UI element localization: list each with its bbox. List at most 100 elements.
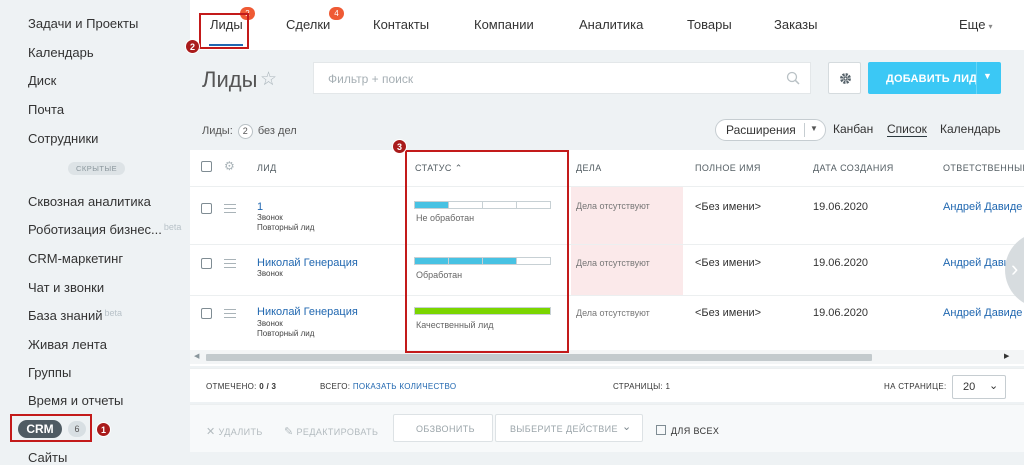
date-cell: 19.06.2020 — [813, 201, 869, 213]
responsible-link[interactable]: Андрей Давиде — [943, 307, 1022, 319]
sidebar-item-label: База знаний — [28, 308, 103, 323]
left-sidebar: Задачи и Проекты Календарь Диск Почта Со… — [0, 0, 181, 465]
sidebar-item-analytics[interactable]: Сквозная аналитика — [28, 194, 151, 209]
column-header-deals[interactable]: ДЕЛА — [576, 163, 602, 173]
scroll-left-icon[interactable]: ◀ — [194, 352, 199, 360]
total-label: ВСЕГО: — [320, 382, 351, 391]
search-input[interactable]: Фильтр + поиск — [313, 62, 811, 94]
column-header-full-name[interactable]: ПОЛНОЕ ИМЯ — [695, 163, 761, 173]
column-header-date[interactable]: ДАТА СОЗДАНИЯ — [813, 163, 894, 173]
crm-top-nav: Лиды 2 2 Сделки 4 Контакты Компании Анал… — [185, 0, 1024, 54]
select-all-checkbox[interactable] — [201, 161, 212, 172]
group-actions-panel: ✕ УДАЛИТЬ ✎ РЕДАКТИРОВАТЬ ОБЗВОНИТЬ ВЫБЕ… — [190, 404, 1024, 452]
lead-title-link[interactable]: 1 — [257, 201, 263, 213]
sidebar-item-mail[interactable]: Почта — [28, 102, 64, 117]
lead-source: Звонок — [257, 319, 283, 328]
responsible-link[interactable]: Андрей Давиде — [943, 201, 1022, 213]
row-checkbox[interactable] — [201, 308, 212, 319]
row-checkbox[interactable] — [201, 258, 212, 269]
leads-grid: ⚙ ЛИД СТАТУС ⌃ ДЕЛА ПОЛНОЕ ИМЯ ДАТА СОЗД… — [190, 150, 1024, 366]
sidebar-item-knowledge-base[interactable]: База знаний beta — [28, 308, 122, 323]
lead-counter: Лиды: 2 без дел — [202, 124, 297, 139]
row-checkbox[interactable] — [201, 203, 212, 214]
deals-cell — [571, 245, 683, 295]
search-placeholder: Фильтр + поиск — [328, 72, 414, 86]
sidebar-item-groups[interactable]: Группы — [28, 365, 71, 380]
for-all-checkbox[interactable]: ДЛЯ ВСЕХ — [656, 425, 719, 436]
choose-action-select[interactable]: ВЫБЕРИТЕ ДЕЙСТВИЕ ⌄ — [495, 414, 643, 442]
edit-action[interactable]: ✎ РЕДАКТИРОВАТЬ — [284, 425, 378, 438]
chevron-down-icon[interactable]: ▼ — [810, 124, 818, 133]
scrollbar-thumb[interactable] — [206, 354, 872, 361]
full-name-cell: <Без имени> — [695, 201, 762, 213]
show-count-link[interactable]: ПОКАЗАТЬ КОЛИЧЕСТВО — [353, 382, 457, 391]
chevron-down-icon: ⌄ — [989, 380, 999, 392]
delete-label: УДАЛИТЬ — [218, 427, 263, 437]
main-area: Лиды 2 2 Сделки 4 Контакты Компании Анал… — [185, 0, 1024, 463]
row-menu-icon[interactable] — [224, 259, 236, 268]
hidden-items-divider[interactable]: СКРЫТЫЕ — [68, 162, 126, 175]
counter-prefix: Лиды: — [202, 125, 233, 137]
chevron-down-icon: ⌄ — [622, 421, 632, 433]
tab-more[interactable]: Еще ▾ — [959, 17, 992, 32]
gear-icon[interactable]: ⚙ — [224, 159, 235, 173]
tab-analytics[interactable]: Аналитика — [579, 17, 643, 32]
view-calendar[interactable]: Календарь — [940, 122, 1001, 136]
lead-title-link[interactable]: Николай Генерация — [257, 306, 358, 318]
crm-counter-badge: 6 — [68, 421, 86, 437]
step-marker-1: 1 — [96, 422, 111, 437]
marked-value: 0 / 3 — [259, 382, 277, 391]
sidebar-item-disk[interactable]: Диск — [28, 73, 56, 88]
for-all-label: ДЛЯ ВСЕХ — [670, 426, 720, 436]
scroll-right-icon[interactable]: ▶ — [1004, 352, 1009, 360]
leads-tab-highlight-frame — [199, 13, 249, 49]
full-name-cell: <Без имени> — [695, 257, 762, 269]
sidebar-item-crm[interactable]: CRM — [18, 420, 62, 438]
settings-button[interactable] — [828, 62, 861, 94]
sidebar-item-crm-marketing[interactable]: CRM-маркетинг — [28, 251, 123, 266]
call-label: ОБЗВОНИТЬ — [416, 424, 475, 434]
deals-text: Дела отсутствуют — [576, 201, 650, 211]
row-menu-icon[interactable] — [224, 309, 236, 318]
star-icon[interactable]: ☆ — [260, 68, 277, 91]
counter-value[interactable]: 2 — [237, 124, 253, 139]
add-lead-button[interactable]: ДОБАВИТЬ ЛИД ▼ — [868, 62, 1001, 94]
search-icon[interactable] — [786, 71, 800, 85]
pages-value[interactable]: 1 — [666, 382, 671, 391]
view-list[interactable]: Список — [887, 122, 927, 137]
chevron-down-icon[interactable]: ▼ — [983, 71, 992, 81]
tab-contacts[interactable]: Контакты — [373, 17, 429, 32]
per-page-select[interactable]: 20 ⌄ — [952, 375, 1006, 399]
deals-text: Дела отсутствуют — [576, 258, 650, 268]
tab-products[interactable]: Товары — [687, 17, 732, 32]
row-menu-icon[interactable] — [224, 204, 236, 213]
edit-label: РЕДАКТИРОВАТЬ — [296, 427, 379, 437]
lead-title-link[interactable]: Николай Генерация — [257, 257, 358, 269]
add-lead-label: ДОБАВИТЬ ЛИД — [886, 73, 978, 85]
deals-cell — [571, 187, 683, 244]
deals-text: Дела отсутствуют — [576, 308, 650, 318]
sidebar-item-chat[interactable]: Чат и звонки — [28, 280, 104, 295]
sidebar-item-time-reports[interactable]: Время и отчеты — [28, 393, 123, 408]
tab-more-label: Еще — [959, 17, 986, 32]
sidebar-item-live-feed[interactable]: Живая лента — [28, 337, 107, 352]
total-count: ВСЕГО: ПОКАЗАТЬ КОЛИЧЕСТВО — [320, 382, 456, 391]
tab-companies[interactable]: Компании — [474, 17, 534, 32]
call-button[interactable]: ОБЗВОНИТЬ — [393, 414, 493, 442]
view-kanban[interactable]: Канбан — [833, 122, 873, 136]
pencil-icon: ✎ — [284, 426, 294, 438]
tab-orders[interactable]: Заказы — [774, 17, 817, 32]
column-header-lead[interactable]: ЛИД — [257, 163, 277, 173]
delete-action[interactable]: ✕ УДАЛИТЬ — [206, 425, 263, 438]
tab-deals[interactable]: Сделки — [286, 17, 330, 32]
sidebar-item-robotization[interactable]: Роботизация бизнес... beta — [28, 222, 181, 237]
extensions-label: Расширения — [726, 123, 796, 137]
step-marker-2: 2 — [185, 39, 200, 54]
horizontal-scrollbar[interactable]: ◀ ▶ — [190, 350, 1024, 364]
column-header-responsible[interactable]: ОТВЕТСТВЕННЫЙ — [943, 163, 1024, 173]
close-icon: ✕ — [206, 426, 216, 438]
extensions-button[interactable]: Расширения ▼ — [715, 119, 826, 141]
sidebar-item-tasks[interactable]: Задачи и Проекты — [28, 16, 138, 31]
sidebar-item-calendar[interactable]: Календарь — [28, 45, 94, 60]
sidebar-item-employees[interactable]: Сотрудники — [28, 131, 98, 146]
